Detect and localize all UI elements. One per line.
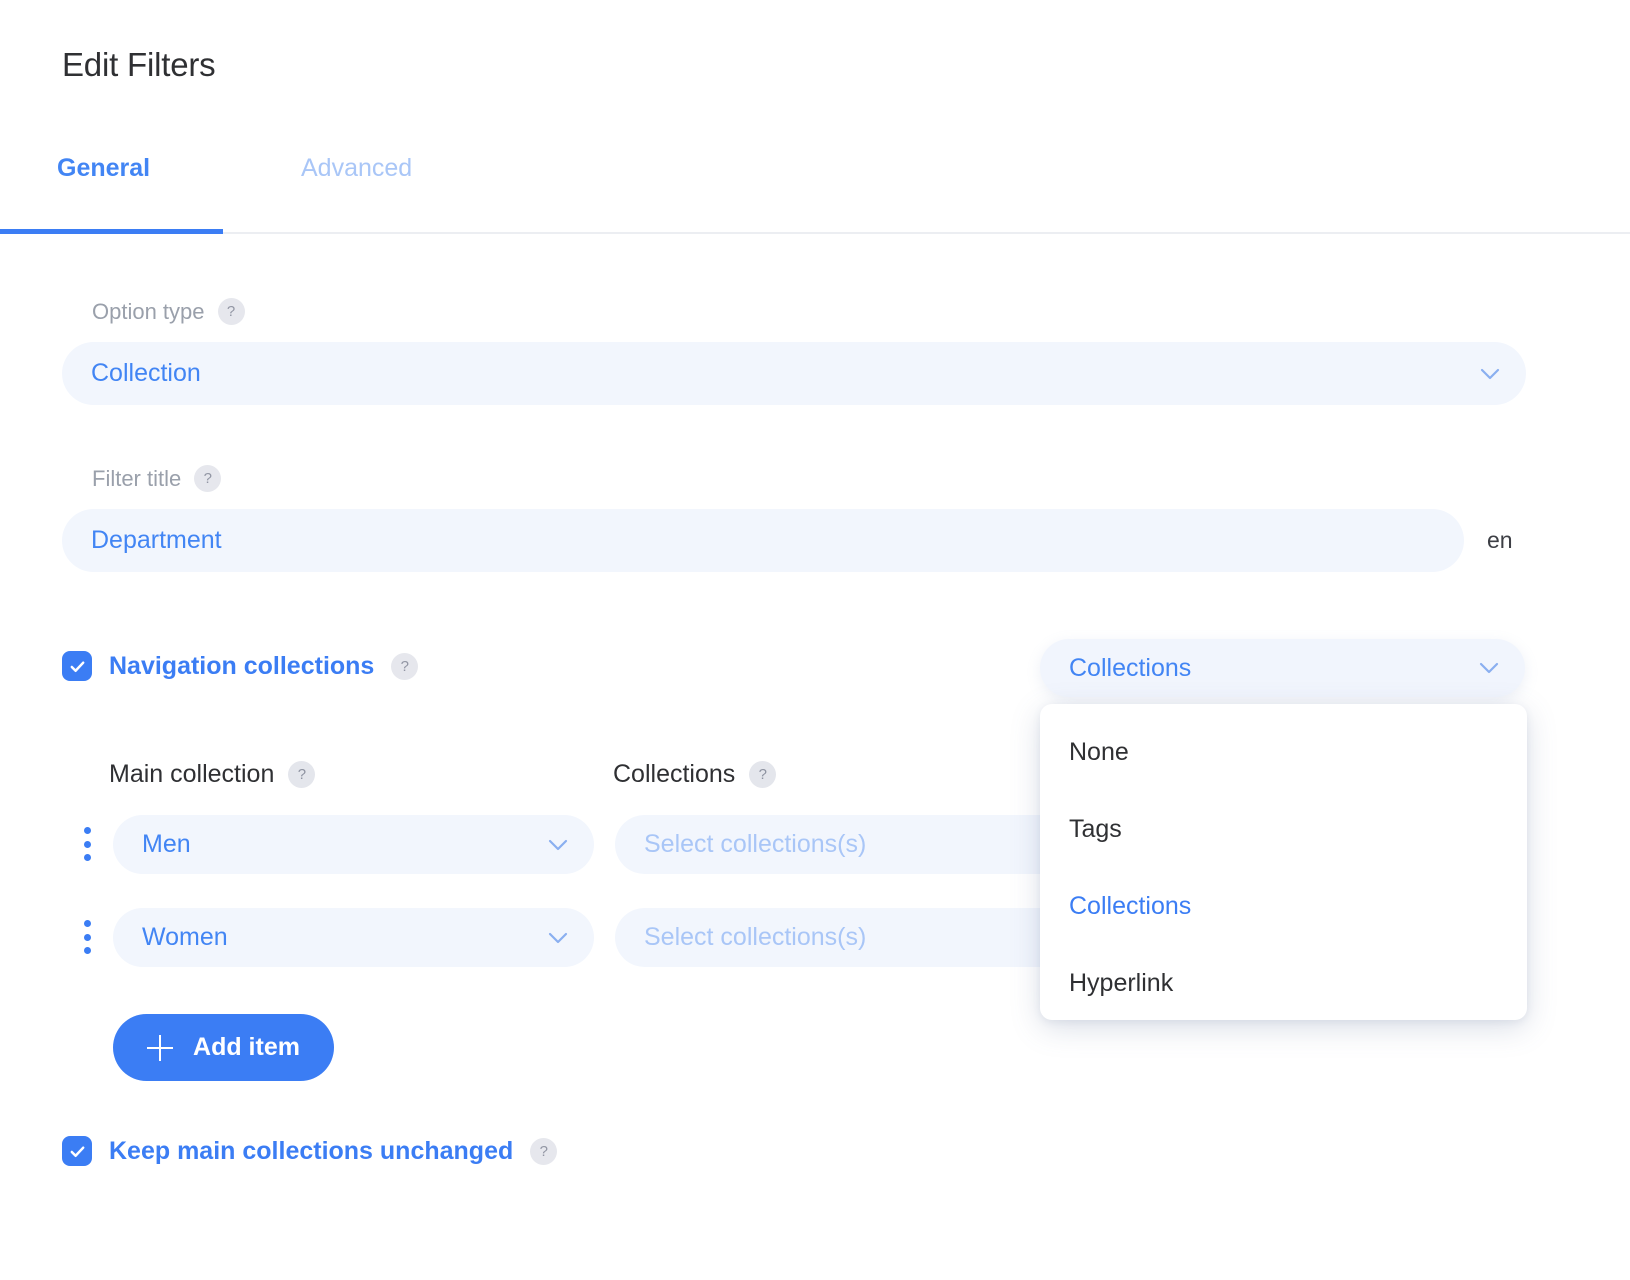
menu-item-tags[interactable]: Tags: [1040, 791, 1527, 868]
keep-main-collections-checkbox-row[interactable]: Keep main collections unchanged ?: [62, 1136, 558, 1166]
main-collection-select-row-1[interactable]: Men: [113, 815, 594, 874]
drag-handle[interactable]: [76, 824, 98, 864]
column-header-collections-text: Collections: [613, 760, 736, 788]
drag-dot: [83, 933, 91, 941]
main-collection-value-row-2: Women: [142, 923, 228, 951]
keep-main-collections-label: Keep main collections unchanged: [109, 1136, 514, 1165]
collections-placeholder-row-2: Select collections(s): [644, 923, 867, 951]
drag-handle[interactable]: [76, 917, 98, 957]
menu-item-hyperlink[interactable]: Hyperlink: [1040, 945, 1527, 1022]
main-collection-select-row-2[interactable]: Women: [113, 908, 594, 967]
filter-title-label: Filter title ?: [92, 465, 222, 492]
chevron-down-icon: [1479, 662, 1499, 674]
option-type-label: Option type ?: [92, 298, 245, 325]
menu-item-collections[interactable]: Collections: [1040, 868, 1527, 945]
help-icon[interactable]: ?: [530, 1137, 558, 1165]
chevron-down-icon: [1480, 368, 1500, 380]
option-source-select[interactable]: Collections: [1040, 639, 1525, 697]
help-icon[interactable]: ?: [288, 761, 316, 788]
drag-dot: [83, 854, 91, 861]
drag-dot: [83, 840, 91, 848]
help-icon[interactable]: ?: [194, 465, 222, 492]
checkbox-checked-icon[interactable]: [62, 1136, 92, 1166]
filter-title-value: Department: [91, 526, 222, 554]
collections-placeholder-row-1: Select collections(s): [644, 830, 867, 858]
option-source-value: Collections: [1069, 653, 1192, 682]
active-tab-indicator: [0, 229, 223, 234]
plus-icon: [147, 1034, 174, 1061]
navigation-collections-label: Navigation collections: [109, 651, 375, 680]
filter-title-input[interactable]: Department: [62, 509, 1464, 572]
tab-advanced[interactable]: Advanced: [301, 154, 412, 183]
option-source-dropdown-menu: None Tags Collections Hyperlink: [1040, 704, 1527, 1020]
filter-title-label-text: Filter title: [92, 465, 182, 491]
add-item-button[interactable]: Add item: [113, 1014, 334, 1081]
language-code-label: en: [1487, 527, 1513, 553]
drag-dot: [83, 947, 91, 954]
tab-bar: General Advanced: [0, 140, 1630, 234]
edit-filters-panel: Edit Filters General Advanced Option typ…: [0, 0, 1630, 1280]
column-header-collections: Collections ?: [613, 760, 777, 789]
option-type-select[interactable]: Collection: [62, 342, 1526, 405]
chevron-down-icon: [548, 932, 568, 944]
column-header-main-collection-text: Main collection: [109, 760, 275, 788]
help-icon[interactable]: ?: [391, 652, 419, 680]
help-icon[interactable]: ?: [217, 298, 245, 325]
tab-general[interactable]: General: [57, 154, 150, 183]
option-type-label-text: Option type: [92, 298, 205, 324]
help-icon[interactable]: ?: [749, 761, 777, 788]
drag-dot: [83, 827, 91, 834]
checkbox-checked-icon[interactable]: [62, 651, 92, 681]
chevron-down-icon: [548, 839, 568, 851]
option-type-value: Collection: [91, 359, 201, 387]
column-header-main-collection: Main collection ?: [109, 760, 316, 789]
page-title: Edit Filters: [62, 46, 216, 83]
add-item-label: Add item: [193, 1033, 300, 1061]
main-collection-value-row-1: Men: [142, 830, 191, 858]
drag-dot: [83, 920, 91, 927]
navigation-collections-checkbox-row[interactable]: Navigation collections ?: [62, 651, 419, 681]
menu-item-none[interactable]: None: [1040, 714, 1527, 791]
